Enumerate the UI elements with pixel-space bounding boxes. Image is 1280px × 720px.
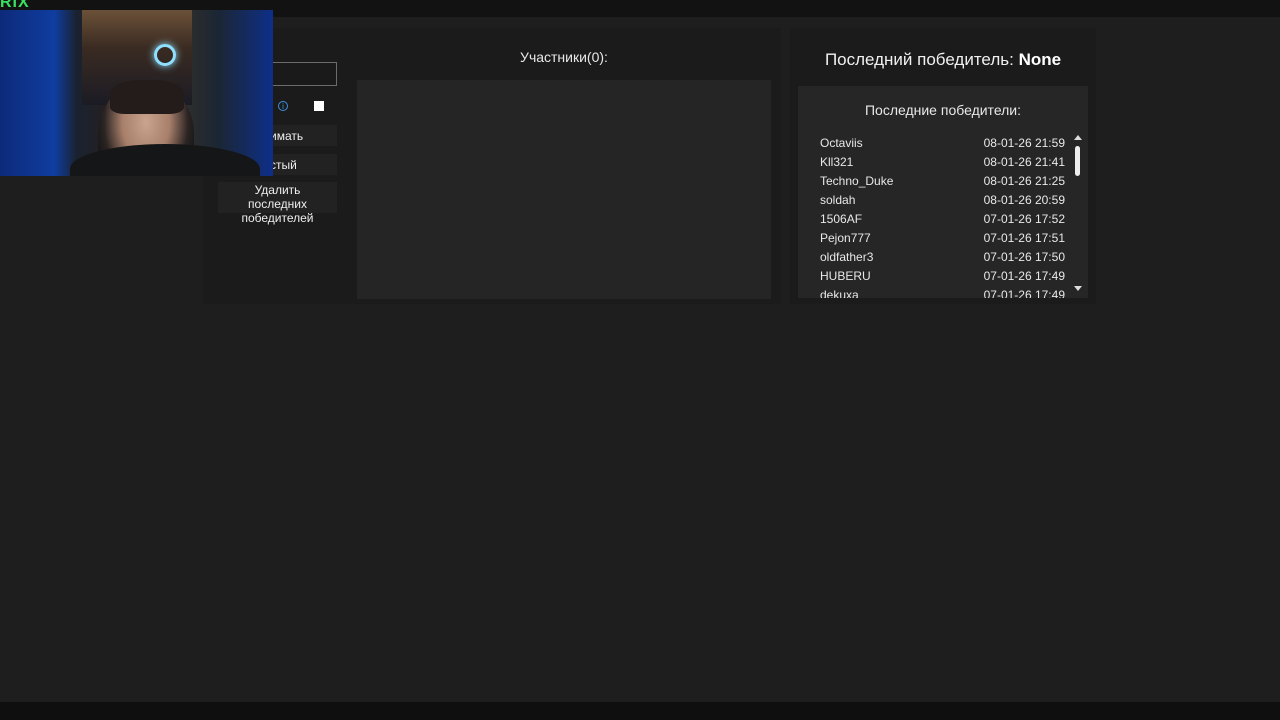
winner-name: Kll321 <box>820 155 854 169</box>
winner-date: 07-01-26 17:49 <box>983 269 1065 283</box>
bottom-bar <box>0 702 1280 720</box>
winner-name: HUBERU <box>820 269 871 283</box>
winner-name: Octaviis <box>820 136 863 150</box>
recent-winners-box[interactable]: Последние победители: Octaviis 08-01-26 2… <box>798 86 1088 298</box>
winner-row: Pejon777 07-01-26 17:51 <box>820 229 1065 248</box>
webcam-ring-light <box>154 44 176 66</box>
keyword-input[interactable] <box>268 62 337 86</box>
scroll-up-arrow-icon[interactable] <box>1074 135 1082 140</box>
participants-title: Участники(0): <box>520 49 608 65</box>
winner-date: 08-01-26 21:25 <box>983 174 1065 188</box>
winner-row: Octaviis 08-01-26 21:59 <box>820 134 1065 153</box>
scroll-thumb[interactable] <box>1075 146 1080 176</box>
participants-list[interactable] <box>357 80 771 299</box>
winner-row: Kll321 08-01-26 21:41 <box>820 153 1065 172</box>
winner-row: oldfather3 07-01-26 17:50 <box>820 248 1065 267</box>
info-icon[interactable]: i <box>278 101 288 111</box>
option-checkbox[interactable] <box>314 101 324 111</box>
winner-name: oldfather3 <box>820 250 874 264</box>
last-winner-value: None <box>1018 50 1062 69</box>
scroll-down-arrow-icon[interactable] <box>1074 286 1082 291</box>
winner-date: 08-01-26 21:59 <box>983 136 1065 150</box>
winner-row: dekuxa 07-01-26 17:49 <box>820 286 1065 298</box>
winner-date: 08-01-26 21:41 <box>983 155 1065 169</box>
webcam-streamer-hair <box>110 80 184 114</box>
winner-row: Techno_Duke 08-01-26 21:25 <box>820 172 1065 191</box>
recent-winners-list: Octaviis 08-01-26 21:59 Kll321 08-01-26 21… <box>820 134 1065 298</box>
winner-row: soldah 08-01-26 20:59 <box>820 191 1065 210</box>
winner-row: 1506AF 07-01-26 17:52 <box>820 210 1065 229</box>
accept-button[interactable]: имать <box>262 125 337 146</box>
logo: RIX <box>0 0 30 11</box>
winner-date: 07-01-26 17:52 <box>983 212 1065 226</box>
winner-date: 07-01-26 17:51 <box>983 231 1065 245</box>
winner-name: dekuxa <box>820 288 859 298</box>
clear-button[interactable]: стый <box>262 154 337 175</box>
winner-name: Pejon777 <box>820 231 871 245</box>
winner-date: 07-01-26 17:50 <box>983 250 1065 264</box>
winner-name: 1506AF <box>820 212 863 226</box>
winner-name: Techno_Duke <box>820 174 894 188</box>
webcam-frame-edge <box>270 10 273 176</box>
last-winner-heading: Последний победитель: None <box>790 50 1096 70</box>
winners-scrollbar[interactable] <box>1073 132 1083 296</box>
winner-row: HUBERU 07-01-26 17:49 <box>820 267 1065 286</box>
last-winner-label: Последний победитель: <box>824 50 1014 69</box>
webcam-overlay <box>0 10 273 176</box>
recent-winners-title: Последние победители: <box>864 102 1022 118</box>
delete-winners-button[interactable]: Удалить последних победителей <box>218 182 337 225</box>
winner-name: soldah <box>820 193 856 207</box>
winner-date: 08-01-26 20:59 <box>983 193 1065 207</box>
winner-date: 07-01-26 17:49 <box>983 288 1065 298</box>
